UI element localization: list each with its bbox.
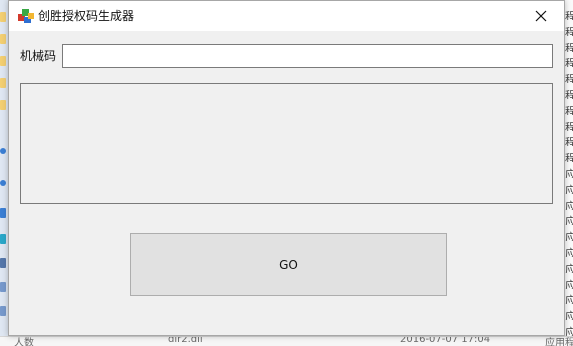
- drive-icon: [0, 306, 6, 316]
- bg-strip-text: 程: [565, 104, 573, 115]
- bg-strip-text: 应: [565, 231, 573, 242]
- bg-file-name: dir2.dll: [168, 336, 203, 345]
- machine-code-label: 机械码: [20, 49, 57, 63]
- go-button[interactable]: GO: [130, 233, 447, 296]
- drive-icon: [0, 282, 6, 292]
- drive-icon: [0, 208, 6, 218]
- close-button[interactable]: [518, 1, 564, 31]
- window-title: 创胜授权码生成器: [38, 9, 135, 23]
- bg-strip-text: 应: [565, 215, 573, 226]
- title-bar[interactable]: 创胜授权码生成器: [9, 1, 564, 31]
- bg-strip-text: 应: [565, 326, 573, 336]
- bg-strip-text: 应: [565, 294, 573, 305]
- bg-strip-text: 程: [565, 10, 573, 20]
- generator-window: 创胜授权码生成器 机械码 GO: [8, 0, 565, 336]
- app-icon: [18, 9, 34, 23]
- bg-strip-text: 程: [565, 25, 573, 36]
- machine-code-input[interactable]: [62, 44, 553, 68]
- bg-strip-text: 程: [565, 120, 573, 131]
- bg-strip-text: 应: [565, 247, 573, 257]
- bg-strip-text: 程: [565, 152, 573, 163]
- bg-strip-text: 程: [565, 136, 573, 147]
- background-left-strip: [0, 0, 8, 345]
- bg-file-date: 2016-07-07 17:04: [400, 336, 491, 345]
- bg-strip-text: 程: [565, 41, 573, 52]
- auth-code-output[interactable]: [20, 83, 553, 204]
- bg-strip-text: 程: [565, 89, 573, 99]
- folder-icon: [0, 78, 6, 88]
- folder-icon: [0, 100, 6, 110]
- background-right-strip: 程程程程程程程程程程应应应应应应应应应应应: [564, 0, 573, 345]
- bg-strip-text: 应: [565, 310, 573, 321]
- folder-icon: [0, 34, 6, 44]
- bg-strip-text: 应: [565, 262, 573, 273]
- bg-strip-text: 应: [565, 278, 573, 289]
- bg-strip-text: 程: [565, 57, 573, 68]
- bg-strip-text: 应: [565, 183, 573, 194]
- folder-icon: [0, 12, 6, 22]
- folder-icon: [0, 56, 6, 66]
- drive-icon: [0, 258, 6, 268]
- close-icon: [535, 10, 547, 22]
- bg-strip-text: 程: [565, 73, 573, 84]
- dot-icon: [0, 180, 6, 186]
- dot-icon: [0, 148, 6, 154]
- bg-strip-text: 应: [565, 168, 573, 178]
- network-icon: [0, 234, 6, 244]
- bg-strip-text: 应: [565, 199, 573, 210]
